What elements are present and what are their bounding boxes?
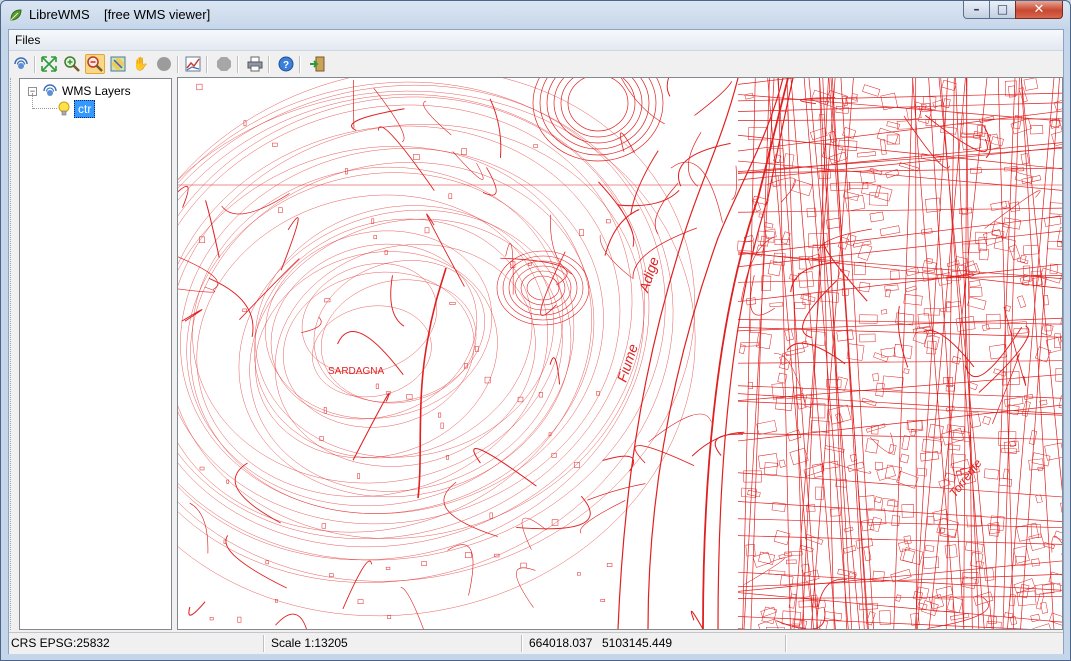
zoom-extent-icon (41, 56, 57, 72)
zoom-extent-button[interactable] (39, 54, 59, 74)
stop-icon (157, 57, 171, 71)
tree-item-label: ctr (74, 100, 96, 118)
panel-grip[interactable] (10, 78, 15, 630)
help-icon: ? (278, 56, 294, 72)
toolbar-separator (299, 56, 301, 73)
exit-button[interactable] (307, 54, 327, 74)
exit-icon (310, 56, 325, 72)
menu-bar: Files (9, 30, 1063, 51)
toolbar-separator (268, 56, 270, 73)
zoom-box-icon (110, 56, 126, 72)
status-divider (521, 635, 523, 652)
layer-tree-panel: − WMS Layers ctr (19, 78, 172, 630)
pan-hand-icon: ✋ (132, 56, 150, 72)
close-icon: ✕ (1033, 2, 1045, 17)
layer-chart-icon (185, 56, 201, 72)
status-x-coordinate: 664018.037 (529, 636, 593, 650)
status-divider (785, 635, 787, 652)
toolbar-separator (34, 56, 36, 73)
disabled-stop-button[interactable] (214, 54, 234, 74)
minimize-icon: – (973, 2, 980, 16)
stop-button[interactable] (154, 54, 174, 74)
client-area: Files ✋ ? − WMS Layers ctr SARDAGNA Fium… (8, 29, 1064, 654)
tree-connector (33, 108, 57, 109)
app-window: LibreWMS [free WMS viewer] – □ ✕ Files ✋… (0, 0, 1071, 661)
window-title: LibreWMS (29, 7, 90, 22)
toolbar-separator (206, 56, 208, 73)
title-bar[interactable]: LibreWMS [free WMS viewer] – □ ✕ (1, 1, 1070, 29)
zoom-box-button[interactable] (108, 54, 128, 74)
status-divider (263, 635, 265, 652)
toolbar: ✋ ? (9, 51, 1063, 77)
layer-chart-button[interactable] (183, 54, 203, 74)
tree-connector (32, 93, 33, 109)
connect-wms-button[interactable] (11, 54, 31, 74)
status-scale: Scale 1:13205 (271, 636, 348, 650)
toolbar-separator (177, 56, 179, 73)
zoom-out-icon (87, 56, 103, 72)
menu-files[interactable]: Files (15, 33, 40, 47)
help-button[interactable]: ? (276, 54, 296, 74)
status-y-coordinate: 5103145.449 (602, 636, 673, 650)
zoom-out-button[interactable] (85, 54, 105, 74)
app-leaf-icon (10, 9, 22, 21)
close-button[interactable]: ✕ (1015, 1, 1063, 19)
print-button[interactable] (245, 54, 265, 74)
map-label-sardagna: SARDAGNA (328, 366, 384, 377)
window-subtitle: [free WMS viewer] (104, 7, 211, 22)
disabled-stop-icon (217, 57, 231, 71)
wms-layers-icon (43, 84, 57, 96)
tree-root-label: WMS Layers (62, 84, 131, 98)
tree-root-wms-layers[interactable]: − WMS Layers (28, 83, 131, 99)
map-canvas[interactable]: SARDAGNA Fiume Adige Torrente (178, 78, 1062, 629)
svg-text:?: ? (283, 60, 289, 71)
lightbulb-icon[interactable] (58, 101, 70, 117)
map-linework (178, 78, 1062, 629)
zoom-in-button[interactable] (62, 54, 82, 74)
zoom-in-icon (64, 56, 80, 72)
status-bar: CRS EPSG:25832 Scale 1:13205 664018.037 … (9, 632, 1063, 654)
tree-item-ctr[interactable]: ctr (58, 100, 96, 118)
maximize-icon: □ (996, 2, 1009, 16)
minimize-button[interactable]: – (963, 1, 990, 19)
maximize-button[interactable]: □ (989, 1, 1016, 19)
status-crs: CRS EPSG:25832 (11, 636, 110, 650)
pan-button[interactable]: ✋ (131, 54, 151, 74)
print-icon (247, 56, 263, 72)
toolbar-separator (237, 56, 239, 73)
connect-wms-icon (14, 57, 28, 69)
map-view[interactable]: SARDAGNA Fiume Adige Torrente (177, 77, 1063, 630)
